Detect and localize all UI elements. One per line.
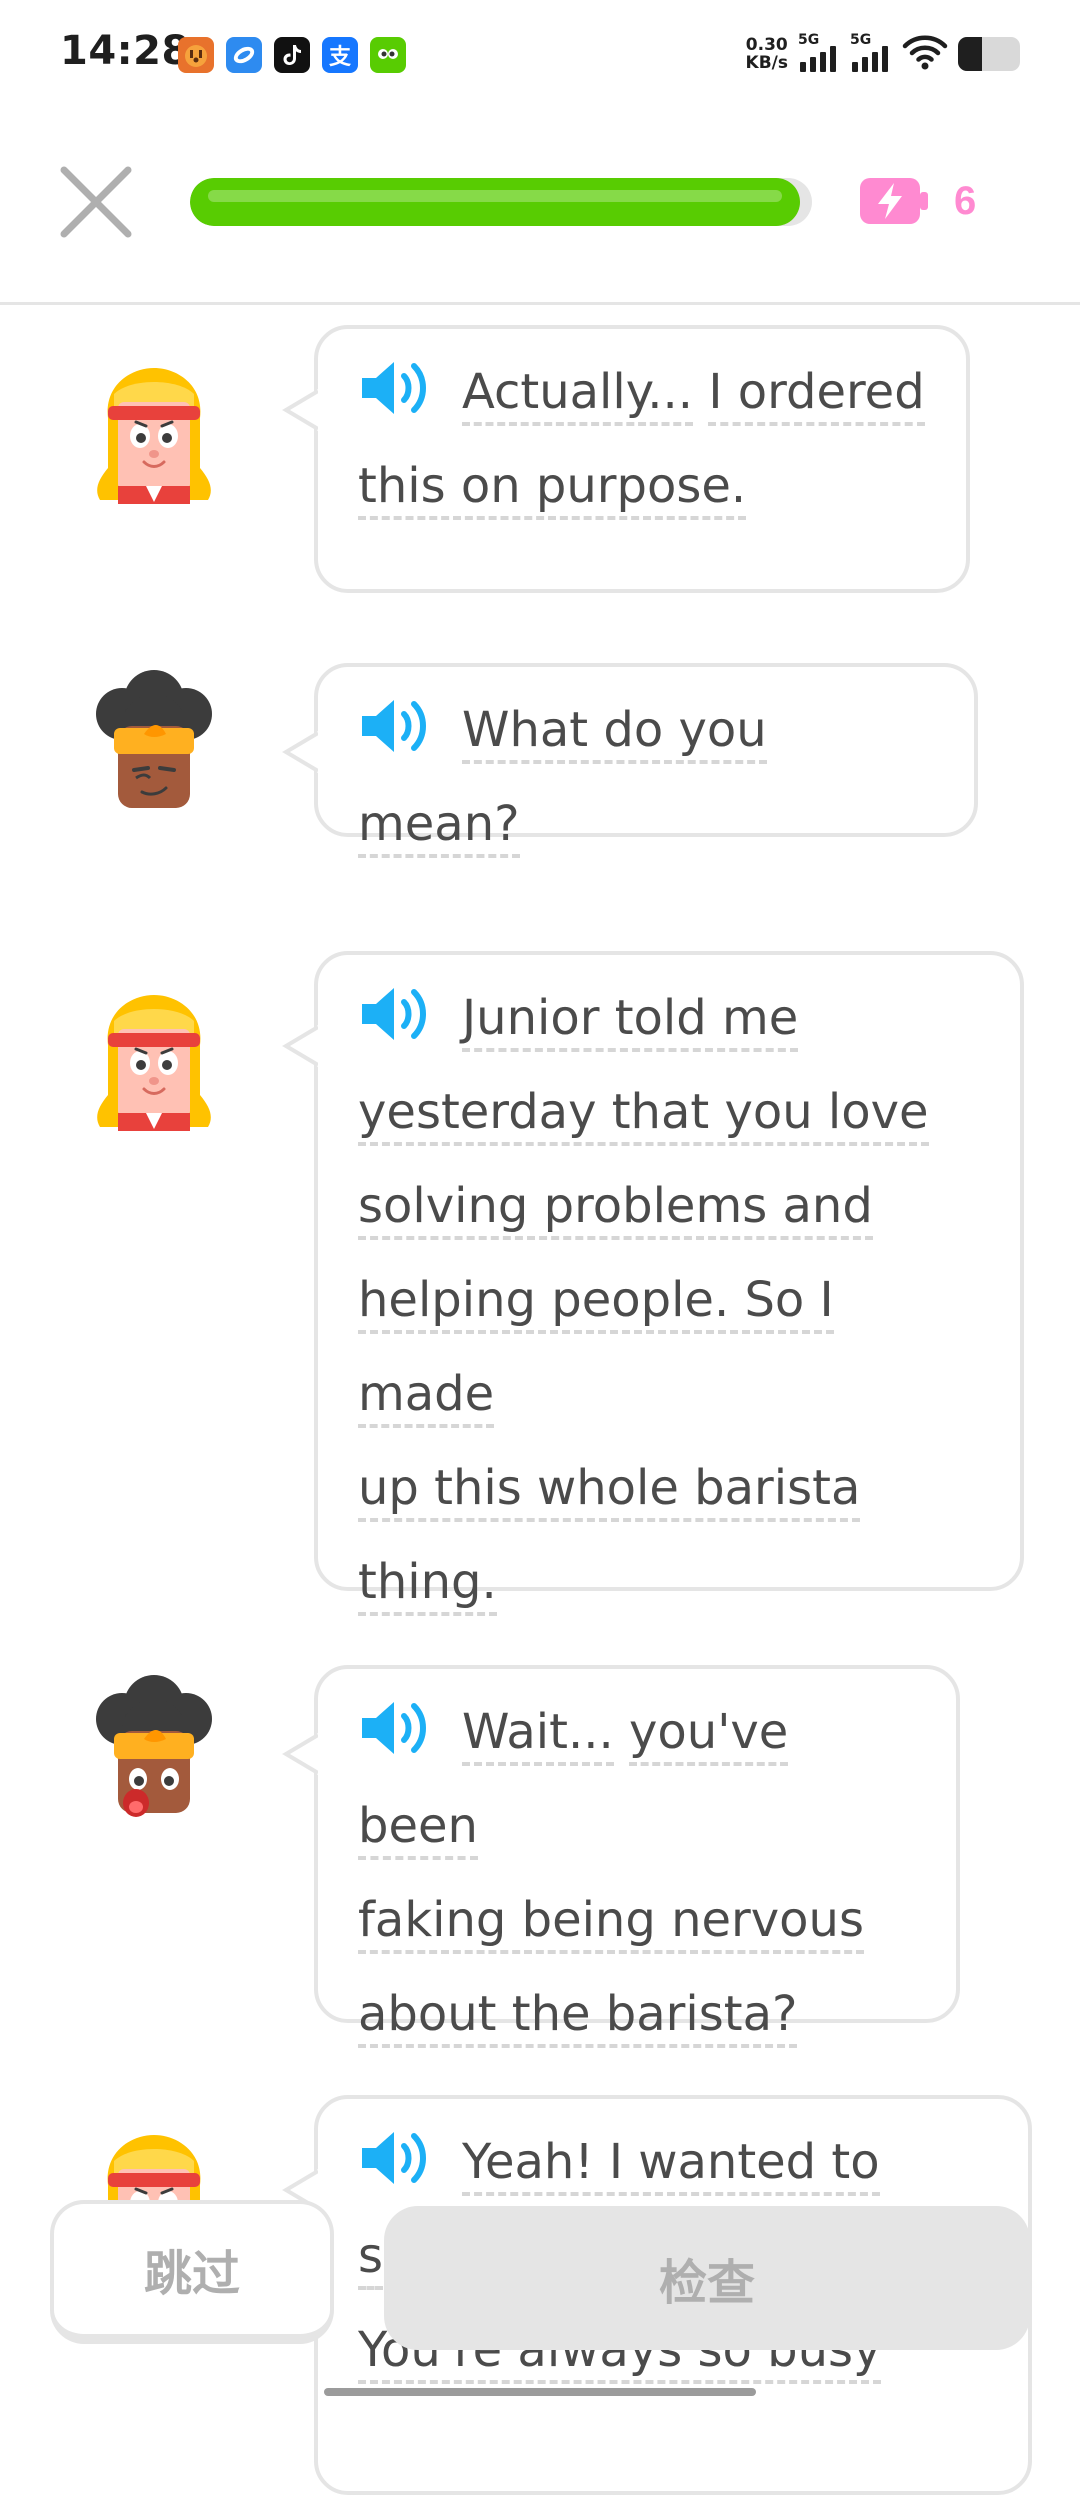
lily-avatar — [74, 977, 234, 1137]
network-speed-unit: KB/s — [745, 53, 788, 73]
speaker-icon[interactable] — [358, 981, 432, 1041]
close-button[interactable] — [58, 164, 134, 240]
bea-avatar — [74, 662, 234, 822]
word-token[interactable]: Junior told me — [462, 990, 799, 1052]
home-indicator[interactable] — [324, 2388, 756, 2396]
word-token[interactable]: I ordered — [708, 364, 925, 426]
blue-app-icon — [226, 37, 262, 73]
message-text: Wait... you've been faking being nervous… — [358, 1685, 916, 2061]
word-token[interactable]: s — [358, 2228, 384, 2290]
word-token[interactable]: Yeah! I wanted to — [462, 2134, 880, 2196]
duolingo-icon — [370, 37, 406, 73]
battery-icon — [958, 37, 1020, 71]
word-token[interactable]: yesterday that you love — [358, 1084, 929, 1146]
speaker-icon[interactable] — [358, 693, 432, 753]
skip-button[interactable]: 跳过 — [50, 2200, 334, 2344]
lesson-progress-fill — [190, 178, 800, 226]
close-icon — [60, 166, 132, 238]
word-token[interactable]: about the barista? — [358, 1986, 798, 2048]
message-bubble: What do you mean? — [282, 663, 978, 858]
word-token[interactable]: Wait... — [462, 1704, 614, 1766]
bea-avatar — [74, 1667, 234, 1827]
message-text: Junior told me yesterday that you love s… — [358, 971, 980, 1629]
signal-icon: 5G — [850, 32, 892, 74]
wifi-icon — [902, 34, 948, 74]
energy-counter[interactable]: 6 — [858, 176, 976, 226]
word-token[interactable]: up this whole barista — [358, 1460, 861, 1522]
energy-battery-icon — [860, 178, 928, 224]
battery-fill — [958, 37, 982, 71]
signal-icon: 5G — [798, 32, 840, 74]
status-time: 14:28 — [60, 28, 190, 74]
word-token[interactable]: solving problems and — [358, 1178, 873, 1240]
status-bar: 14:28 支 0.30 KB/s 5G 5G — [0, 0, 1080, 112]
status-app-icons: 支 — [178, 37, 406, 73]
lesson-header: 6 — [0, 112, 1080, 305]
word-token[interactable]: this on purpose. — [358, 458, 747, 520]
speaker-icon[interactable] — [358, 355, 432, 415]
energy-count: 6 — [954, 178, 977, 223]
network-speed: 0.30 KB/s — [746, 36, 788, 72]
word-token[interactable]: faking being nervous — [358, 1892, 864, 1954]
tiger-app-icon — [178, 37, 214, 73]
speaker-icon[interactable] — [358, 1695, 432, 1755]
network-speed-value: 0.30 — [745, 35, 788, 55]
message-bubble: Actually... I ordered this on purpose. — [282, 325, 970, 593]
lily-avatar — [74, 350, 234, 510]
check-button[interactable]: 检查 — [384, 2206, 1030, 2350]
message-text: What do you mean? — [358, 683, 934, 871]
tiktok-icon — [274, 37, 310, 73]
speaker-icon[interactable] — [358, 2125, 432, 2185]
status-right: 0.30 KB/s 5G 5G — [746, 32, 1020, 74]
message-text: Actually... I ordered this on purpose. — [358, 345, 926, 533]
alipay-icon: 支 — [322, 37, 358, 73]
lesson-progress-bar — [190, 178, 812, 226]
message-bubble: Wait... you've been faking being nervous… — [282, 1665, 960, 2048]
word-token[interactable]: helping people. So I made — [358, 1272, 834, 1428]
word-token[interactable]: Actually... — [462, 364, 694, 426]
message-bubble: Junior told me yesterday that you love s… — [282, 951, 1024, 1616]
word-token[interactable]: thing. — [358, 1554, 497, 1616]
